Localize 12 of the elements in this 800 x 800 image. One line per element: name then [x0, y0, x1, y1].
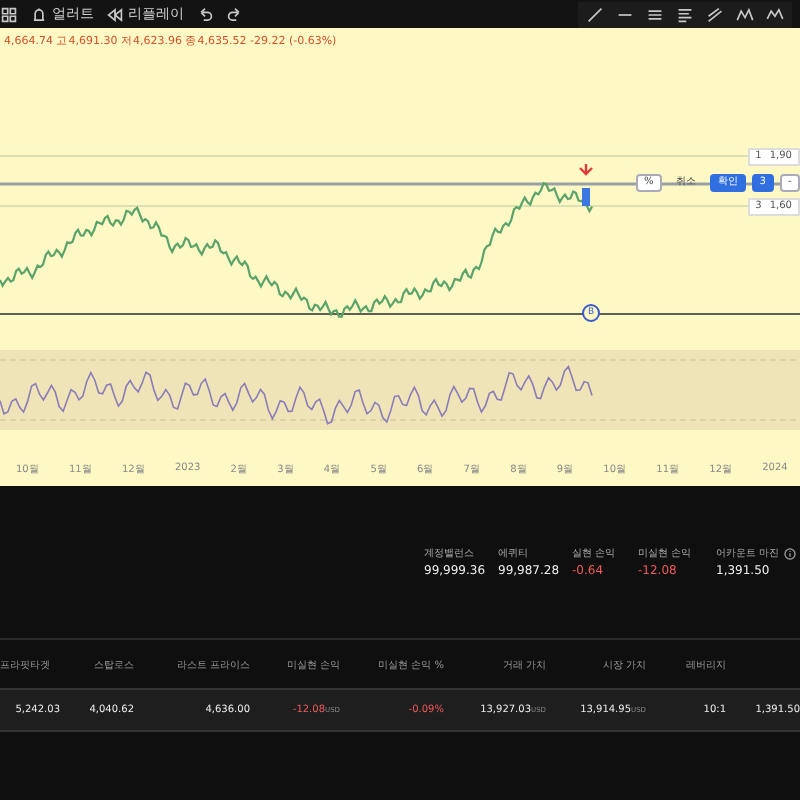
- bell-icon: [30, 5, 48, 23]
- parallel-lines-icon[interactable]: [706, 5, 724, 23]
- zigzag-icon[interactable]: [736, 5, 754, 23]
- trend-line-icon[interactable]: [586, 5, 604, 23]
- info-icon[interactable]: [783, 547, 796, 559]
- text-lines-icon[interactable]: [676, 5, 694, 23]
- rewind-icon: [106, 5, 124, 23]
- wave-icon[interactable]: [766, 5, 784, 23]
- undo-icon[interactable]: [196, 5, 214, 23]
- lines-icon[interactable]: [646, 5, 664, 23]
- redo-icon[interactable]: [226, 5, 244, 23]
- grid-icon[interactable]: [0, 5, 18, 23]
